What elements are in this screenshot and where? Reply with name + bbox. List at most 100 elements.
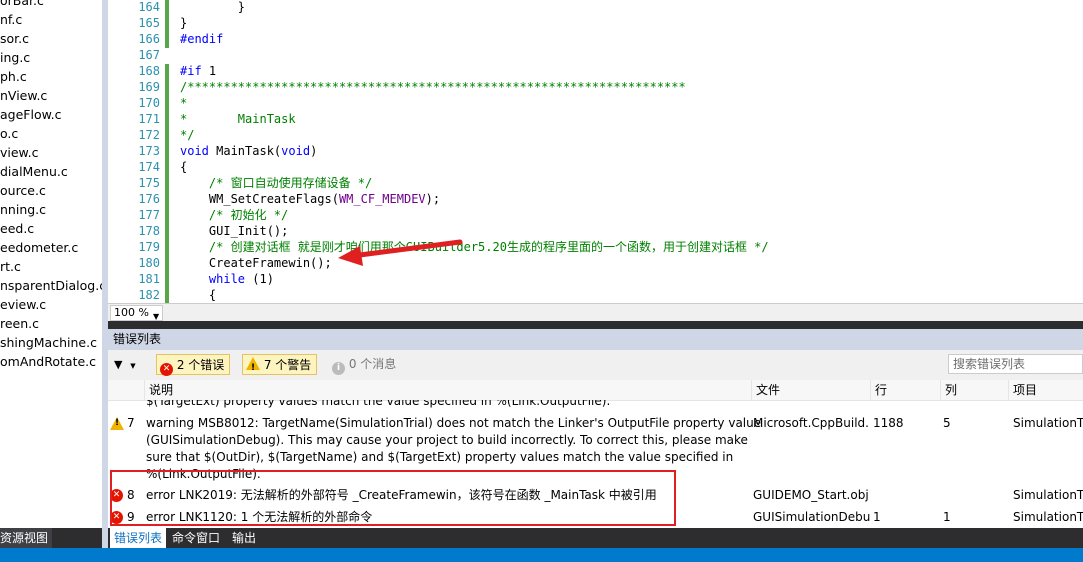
- code-line[interactable]: #if 1: [180, 63, 216, 79]
- code-token: CreateFramewin();: [180, 256, 332, 270]
- sidebar-file-item[interactable]: ph.c: [0, 67, 27, 86]
- code-line[interactable]: while (1): [180, 271, 274, 287]
- code-line[interactable]: /* 创建对话框 就是刚才咱们用那个GUIBuilder5.20生成的程序里面的…: [180, 239, 769, 255]
- line-number: 167: [138, 48, 160, 62]
- code-token: {: [180, 160, 188, 174]
- code-line[interactable]: #endif: [180, 31, 223, 47]
- change-indicator: [165, 64, 169, 303]
- bottom-tab[interactable]: 命令窗口: [168, 528, 224, 548]
- code-token: {: [180, 288, 217, 302]
- code-token: while: [208, 272, 246, 286]
- row-project: SimulationTr: [1013, 488, 1083, 502]
- description-line: error LNK2019: 无法解析的外部符号 _CreateFramewin…: [146, 488, 657, 502]
- code-token: WM_CF_MEMDEV: [338, 192, 426, 206]
- code-line[interactable]: * MainTask: [180, 111, 296, 127]
- line-number: 176: [138, 192, 160, 206]
- table-row[interactable]: 7 warning MSB8012: TargetName(SimulationT…: [108, 415, 1083, 485]
- row-file: GUISimulationDebu: [753, 510, 870, 524]
- sidebar-file-item[interactable]: nf.c: [0, 10, 22, 29]
- code-line[interactable]: /* 窗口自动使用存储设备 */: [180, 175, 372, 191]
- table-row[interactable]: $(TargetExt) property values match the v…: [108, 400, 1083, 410]
- row-project: SimulationTr: [1013, 416, 1083, 430]
- sidebar-file-item[interactable]: ing.c: [0, 48, 30, 67]
- description-line: sure that $(OutDir), $(TargetName) and $…: [146, 450, 734, 464]
- code-token: #if: [180, 64, 209, 78]
- sidebar-file-item[interactable]: nsparentDialog.c: [0, 276, 102, 295]
- col-project[interactable]: 项目: [1008, 380, 1083, 400]
- code-token: void: [281, 144, 311, 158]
- warning-icon: [110, 417, 124, 430]
- description-line: %(Link.OutputFile).: [146, 467, 261, 481]
- search-input[interactable]: 搜索错误列表: [948, 354, 1083, 374]
- line-number: 165: [138, 16, 160, 30]
- sidebar-file-item[interactable]: eed.c: [0, 219, 34, 238]
- description-line: (GUISimulationDebug). This may cause you…: [146, 433, 748, 447]
- sidebar-file-item[interactable]: dialMenu.c: [0, 162, 68, 181]
- line-number: 177: [138, 208, 160, 222]
- table-row[interactable]: ✕ 9 error LNK1120: 1 个无法解析的外部命令 GUISimulati…: [108, 509, 1083, 529]
- code-line[interactable]: }: [180, 0, 245, 15]
- code-line[interactable]: GUI_Init();: [180, 223, 288, 239]
- warning-icon: [246, 357, 260, 379]
- sidebar-file-item[interactable]: omAndRotate.c: [0, 352, 96, 371]
- code-line[interactable]: /* 初始化 */: [180, 207, 288, 223]
- sidebar-file-item[interactable]: rt.c: [0, 257, 21, 276]
- description-line: warning MSB8012: TargetName(SimulationTr…: [146, 416, 762, 430]
- sidebar-file-item[interactable]: eview.c: [0, 295, 46, 314]
- code-line[interactable]: /***************************************…: [180, 79, 686, 95]
- code-line[interactable]: {: [180, 159, 187, 175]
- error-icon: ✕: [160, 363, 173, 376]
- code-line[interactable]: */: [180, 127, 194, 143]
- line-number: 182: [138, 288, 160, 302]
- status-bar: [0, 548, 1083, 562]
- messages-filter-button[interactable]: i 0 个消息: [332, 354, 396, 375]
- filter-dropdown[interactable]: ▼ ▼: [114, 354, 136, 375]
- sidebar-file-item[interactable]: reen.c: [0, 314, 39, 333]
- line-number: 174: [138, 160, 160, 174]
- code-line[interactable]: }: [180, 15, 187, 31]
- line-number: 181: [138, 272, 160, 286]
- table-row[interactable]: ✕ 8 error LNK2019: 无法解析的外部符号 _CreateFramew…: [108, 487, 1083, 507]
- col-description[interactable]: 说明: [144, 380, 751, 400]
- sidebar-tab-strip: 资源视图: [0, 528, 102, 548]
- sidebar-file-item[interactable]: sor.c: [0, 29, 29, 48]
- code-token: );: [425, 192, 441, 206]
- line-number: 166: [138, 32, 160, 46]
- error-icon: ✕: [110, 511, 123, 524]
- code-editor[interactable]: 164 } 165} 166 #endif 167 168 #if 1 169 /*******…: [108, 0, 1083, 303]
- editor-zoom-bar: 100 % ▼: [108, 303, 1083, 321]
- line-number: 168: [138, 64, 160, 78]
- code-line[interactable]: CreateFramewin();: [180, 255, 332, 271]
- col-file[interactable]: 文件: [751, 380, 870, 400]
- sidebar-file-item[interactable]: view.c: [0, 143, 38, 162]
- sidebar-file-item[interactable]: shingMachine.c: [0, 333, 97, 352]
- line-number: 179: [138, 240, 160, 254]
- zoom-dropdown[interactable]: 100 % ▼: [110, 305, 163, 321]
- chevron-down-icon: ▼: [130, 362, 136, 370]
- warnings-filter-button[interactable]: 7 个警告: [242, 354, 318, 379]
- change-indicator: [165, 0, 169, 48]
- sidebar-file-item[interactable]: orBar.c: [0, 0, 44, 10]
- col-line[interactable]: 行: [870, 380, 940, 400]
- sidebar-file-item[interactable]: eedometer.c: [0, 238, 78, 257]
- code-token: GUI_Init();: [180, 224, 289, 238]
- code-line[interactable]: void MainTask(void): [180, 143, 317, 159]
- tab-resource-view[interactable]: 资源视图: [0, 528, 53, 548]
- line-number: 170: [138, 96, 160, 110]
- code-token: */: [180, 128, 195, 142]
- bottom-tab[interactable]: 错误列表: [110, 528, 167, 548]
- sidebar-file-item[interactable]: nning.c: [0, 200, 46, 219]
- sidebar-file-item[interactable]: ageFlow.c: [0, 105, 62, 124]
- code-line[interactable]: WM_SetCreateFlags(WM_CF_MEMDEV);: [180, 191, 440, 207]
- errors-filter-button[interactable]: ✕ 2 个错误: [156, 354, 231, 376]
- chevron-down-icon: ▼: [153, 312, 160, 321]
- col-column[interactable]: 列: [940, 380, 1008, 400]
- sidebar-file-item[interactable]: ource.c: [0, 181, 46, 200]
- errors-count-label: 2 个错误: [176, 358, 225, 372]
- bottom-tab[interactable]: 输出: [228, 528, 260, 548]
- warnings-count-label: 7 个警告: [263, 358, 312, 372]
- sidebar-file-item[interactable]: o.c: [0, 124, 18, 143]
- code-line[interactable]: *: [180, 95, 187, 111]
- code-line[interactable]: {: [180, 287, 216, 303]
- sidebar-file-item[interactable]: nView.c: [0, 86, 47, 105]
